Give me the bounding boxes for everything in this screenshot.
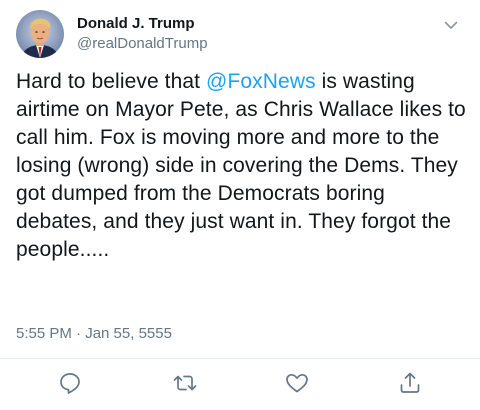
mention-link[interactable]: @FoxNews <box>206 70 316 93</box>
user-info: Donald J. Trump @realDonaldTrump <box>77 14 208 54</box>
heart-icon <box>286 373 308 393</box>
reply-icon <box>60 373 80 394</box>
profile-photo-icon <box>16 10 64 58</box>
action-bar <box>0 370 480 400</box>
tweet-header: Donald J. Trump @realDonaldTrump <box>16 10 464 64</box>
chevron-down-icon <box>444 21 458 29</box>
more-options-button[interactable] <box>442 16 460 34</box>
display-name[interactable]: Donald J. Trump <box>77 14 208 34</box>
divider <box>0 358 480 359</box>
tweet-text: Hard to believe that @FoxNews is wasting… <box>16 68 468 264</box>
like-button[interactable] <box>284 370 310 396</box>
timestamp[interactable]: 5:55 PM · Jan 55, 5555 <box>16 324 172 344</box>
tweet-card: Donald J. Trump @realDonaldTrump Hard to… <box>0 0 480 410</box>
tweet-text-part: is wasting airtime on Mayor Pete, as Chr… <box>16 70 466 261</box>
retweet-icon <box>173 375 197 391</box>
tweet-text-part: Hard to believe that <box>16 70 207 93</box>
reply-button[interactable] <box>57 370 83 396</box>
user-handle[interactable]: @realDonaldTrump <box>77 34 208 54</box>
share-icon <box>400 372 420 393</box>
avatar[interactable] <box>16 10 64 58</box>
share-button[interactable] <box>397 370 423 396</box>
retweet-button[interactable] <box>172 370 198 396</box>
